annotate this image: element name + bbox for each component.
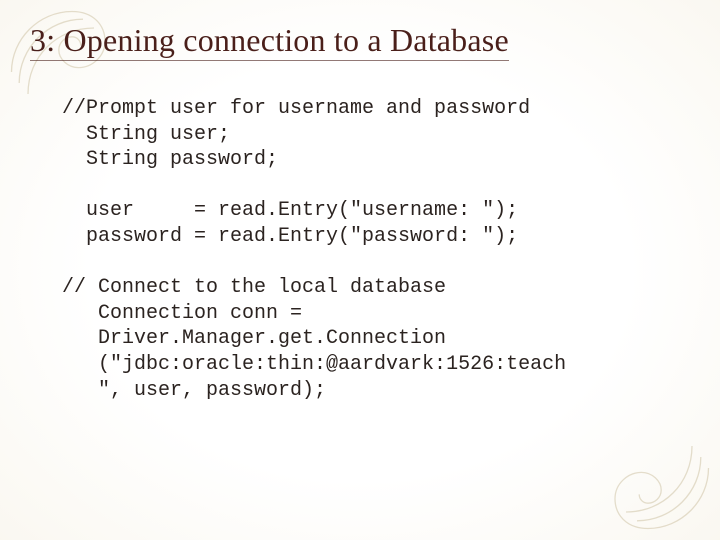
code-body: //Prompt user for username and password … bbox=[62, 96, 680, 403]
code-line: String user; bbox=[62, 123, 230, 146]
slide-title-text: 3: Opening connection to a Database bbox=[30, 22, 509, 61]
code-line: ("jdbc:oracle:thin:@aardvark:1526:teach bbox=[62, 353, 566, 376]
code-line: user = read.Entry("username: "); bbox=[62, 199, 518, 222]
code-line: String password; bbox=[62, 148, 278, 171]
code-line: // Connect to the local database bbox=[62, 276, 446, 299]
slide: 3: Opening connection to a Database //Pr… bbox=[0, 0, 720, 540]
code-line: Driver.Manager.get.Connection bbox=[62, 327, 446, 350]
code-line: //Prompt user for username and password bbox=[62, 97, 530, 120]
code-line: Connection conn = bbox=[62, 302, 302, 325]
code-line: password = read.Entry("password: "); bbox=[62, 225, 518, 248]
code-line: ", user, password); bbox=[62, 379, 326, 402]
swirl-icon bbox=[604, 424, 714, 534]
slide-title: 3: Opening connection to a Database bbox=[30, 22, 690, 59]
ornament-bottom-right bbox=[604, 424, 714, 534]
